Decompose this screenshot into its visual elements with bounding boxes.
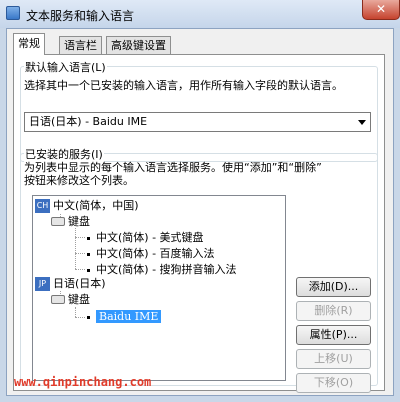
add-button[interactable]: 添加(D)... [296, 277, 371, 297]
tree-item-baidu-input[interactable]: 中文(简体) - 百度输入法 [85, 246, 215, 262]
dialog-body: 常规 语言栏 高级键设置 默认输入语言(L) 选择其中一个已安装的输入语言，用作… [6, 28, 394, 396]
tree-node-chinese[interactable]: CH 中文(简体，中国) [35, 198, 139, 214]
bullet-icon [87, 315, 90, 319]
installed-services-description-line1: 为列表中显示的每个输入语言选择服务。使用“添加”和“删除” [24, 161, 322, 174]
installed-services-description-line2: 按钮来修改这个列表。 [24, 174, 134, 187]
tree-item-us-keyboard[interactable]: 中文(简体) - 美式键盘 [85, 230, 204, 246]
tab-language-bar[interactable]: 语言栏 [59, 36, 102, 54]
app-icon [6, 6, 20, 20]
title-bar: 文本服务和输入语言 ✕ [0, 0, 400, 28]
default-language-select[interactable]: 日语(日本) - Baidu IME [24, 112, 371, 132]
default-language-legend: 默认输入语言(L) [24, 59, 107, 75]
tree-node-label: 中文(简体，中国) [53, 199, 139, 212]
properties-button[interactable]: 属性(P)... [296, 325, 371, 345]
language-badge-icon: JP [35, 277, 50, 291]
tab-panel-general: 默认输入语言(L) 选择其中一个已安装的输入语言，用作所有输入字段的默认语言。 … [13, 54, 385, 393]
bullet-icon [87, 268, 90, 272]
tree-node-label: 键盘 [68, 215, 90, 228]
window-title: 文本服务和输入语言 [26, 9, 135, 23]
keyboard-icon [51, 295, 65, 304]
default-language-description: 选择其中一个已安装的输入语言，用作所有输入字段的默认语言。 [24, 79, 343, 92]
default-language-value: 日语(日本) - Baidu IME [29, 115, 148, 128]
tree-node-label: 日语(日本) [53, 277, 106, 290]
remove-button[interactable]: 删除(R) [296, 301, 371, 321]
services-tree[interactable]: CH 中文(简体，中国) 键盘 中文(简体) - 美式键盘 中文(简体) - 百度… [32, 195, 286, 381]
tab-general[interactable]: 常规 [13, 33, 45, 55]
move-down-button[interactable]: 下移(O) [296, 373, 371, 393]
watermark: www.qinpinchang.com [14, 375, 152, 389]
tree-node-japanese-keyboard[interactable]: 键盘 [51, 292, 90, 308]
bullet-icon [87, 252, 90, 256]
move-up-button[interactable]: 上移(U) [296, 349, 371, 369]
tree-item-sogou-pinyin[interactable]: 中文(简体) - 搜狗拼音输入法 [85, 262, 237, 278]
keyboard-icon [51, 217, 65, 226]
language-badge-icon: CH [35, 199, 50, 213]
tree-node-label: 键盘 [68, 293, 90, 306]
tree-node-japanese[interactable]: JP 日语(日本) [35, 276, 106, 292]
tree-item-baidu-ime[interactable]: Baidu IME [85, 309, 162, 325]
installed-services-legend: 已安装的服务(I) [24, 146, 104, 162]
close-button[interactable]: ✕ [362, 0, 400, 20]
chevron-down-icon [358, 120, 366, 125]
tab-advanced-key-settings[interactable]: 高级键设置 [106, 36, 171, 54]
bullet-icon [87, 236, 90, 240]
tree-node-chinese-keyboard[interactable]: 键盘 [51, 214, 90, 230]
